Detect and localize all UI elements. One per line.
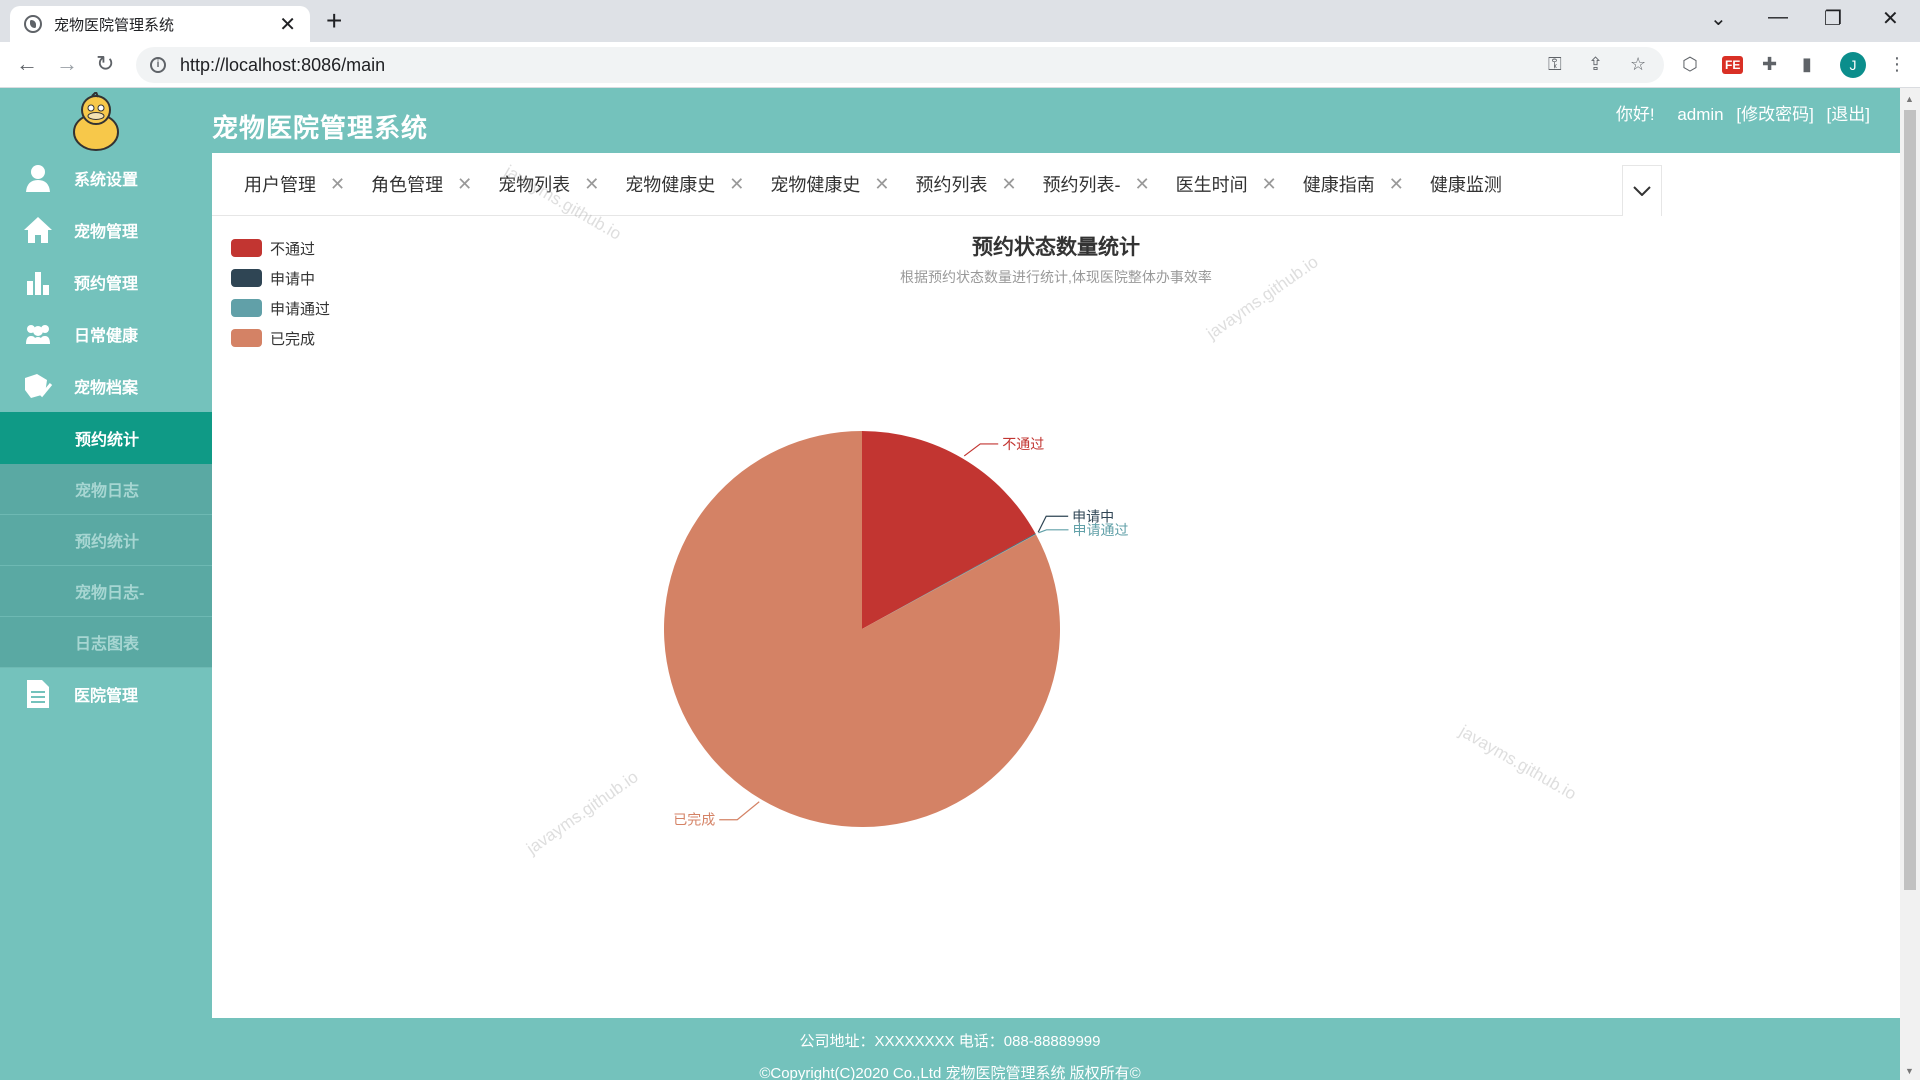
user-icon: [22, 163, 54, 193]
share-icon[interactable]: ⇪: [1588, 54, 1603, 75]
close-window-button[interactable]: ✕: [1882, 6, 1899, 31]
pie-label-line: [719, 801, 760, 821]
pie-chart: 不通过申请中申请通过已完成: [664, 431, 1128, 828]
sidebar-item-pet-archive[interactable]: 宠物档案: [0, 360, 212, 412]
star-icon[interactable]: ☆: [1630, 54, 1646, 75]
sidebar-item-label: 宠物档案: [74, 380, 139, 397]
sidebar-subitem-appointment-stats[interactable]: 预约统计: [0, 412, 212, 464]
forward-button[interactable]: →: [56, 50, 78, 78]
scroll-down-icon[interactable]: ▼: [1905, 1066, 1914, 1076]
username-text: admin: [1677, 105, 1724, 124]
duck-logo-icon: [73, 92, 119, 151]
close-tab-icon[interactable]: ✕: [279, 12, 296, 37]
sidebar-subitem-label: 预约统计: [75, 534, 140, 551]
home-icon: [22, 215, 54, 245]
pie-label: 申请通过: [1072, 522, 1128, 538]
content-panel: 用户管理 ✕ 角色管理 ✕ 宠物列表 ✕ 宠物健康史 ✕ 宠物健康史 ✕ 预约列表 ✕ 预约…: [212, 153, 1900, 1018]
pie-label: 不通过: [1002, 436, 1044, 452]
footer: 公司地址：XXXXXXXX 电话：088-88889999 ©Copyright…: [0, 1018, 1900, 1080]
menu-icon[interactable]: ⋮: [1888, 54, 1906, 75]
sidebar-item-system-settings[interactable]: 系统设置: [0, 152, 212, 204]
sidebar-subitem-pet-log[interactable]: 宠物日志: [0, 464, 212, 515]
footer-address: 公司地址：XXXXXXXX 电话：088-88889999: [799, 1033, 1101, 1050]
back-button[interactable]: ←: [16, 50, 38, 78]
fe-extension-icon[interactable]: FE: [1722, 56, 1744, 74]
scroll-up-icon[interactable]: ▲: [1905, 94, 1914, 104]
site-info-icon[interactable]: i: [150, 57, 166, 73]
sidebar-item-pet-management[interactable]: 宠物管理: [0, 204, 212, 256]
sidebar-item-daily-health[interactable]: 日常健康: [0, 308, 212, 360]
sidebar-subitem-appointment-stats-2[interactable]: 预约统计: [0, 515, 212, 566]
profile-avatar[interactable]: J: [1840, 52, 1866, 78]
bar-chart-icon: [22, 267, 54, 297]
key-icon[interactable]: ⚿: [1548, 54, 1562, 75]
document-icon: [22, 679, 54, 709]
tab-search-icon[interactable]: ⌄: [1710, 6, 1727, 31]
sidebar-item-label: 预约管理: [74, 276, 139, 293]
sidebar-item-label: 系统设置: [74, 172, 139, 189]
group-icon: [22, 319, 54, 349]
footer-copyright: ©Copyright(C)2020 Co.,Ltd 宠物医院管理系统 版权所有©: [759, 1065, 1141, 1080]
folder-check-icon: [22, 371, 54, 401]
pie-label-line: [1038, 529, 1069, 534]
browser-tab-title: 宠物医院管理系统: [54, 16, 175, 34]
omnibox[interactable]: i http://localhost:8086/main ⚿ ⇪ ☆: [136, 47, 1664, 83]
change-password-link[interactable]: [修改密码]: [1736, 105, 1813, 124]
sidebar-item-label: 日常健康: [74, 328, 139, 345]
sidebar-subitem-pet-log-2[interactable]: 宠物日志-: [0, 566, 212, 617]
sidebar-item-label: 宠物管理: [74, 224, 139, 241]
url-text[interactable]: http://localhost:8086/main: [180, 55, 385, 76]
sidebar-item-appointment-management[interactable]: 预约管理: [0, 256, 212, 308]
app-title: 宠物医院管理系统: [212, 113, 429, 143]
browser-tab[interactable]: 宠物医院管理系统 ✕: [10, 6, 310, 42]
minimize-button[interactable]: —: [1768, 6, 1788, 29]
pie-label: 已完成: [673, 812, 715, 828]
sidebar-subitem-label: 宠物日志-: [75, 585, 145, 602]
sidebar-item-label: 医院管理: [74, 688, 139, 705]
sidebar-subitem-label: 日志图表: [75, 636, 140, 653]
puzzle-icon[interactable]: ✚: [1762, 54, 1777, 75]
reload-button[interactable]: ↻: [96, 50, 114, 78]
greeting-text: 你好!: [1615, 105, 1655, 124]
sidepanel-icon[interactable]: ▮: [1802, 54, 1812, 75]
user-bar: 你好! admin [修改密码] [退出]: [1608, 100, 1870, 125]
sidebar-item-hospital-management[interactable]: 医院管理: [0, 668, 212, 720]
logout-link[interactable]: [退出]: [1827, 105, 1870, 124]
pie-label-line: [963, 443, 999, 457]
sidebar-subitem-label: 预约统计: [75, 432, 140, 449]
page-scrollbar[interactable]: ▲ ▼: [1900, 88, 1920, 1080]
address-bar-row: ← → ↻ i http://localhost:8086/main ⚿ ⇪ ☆…: [0, 42, 1920, 88]
app-container: 宠物医院管理系统 你好! admin [修改密码] [退出] 系统设置 宠物管理…: [0, 88, 1900, 1080]
sidebar-subitem-log-chart[interactable]: 日志图表: [0, 617, 212, 668]
browser-tabstrip: 宠物医院管理系统 ✕ + ⌄ — ❐ ✕: [0, 0, 1920, 42]
sidebar: 系统设置 宠物管理 预约管理 日常健康 宠物档案 预约统计 宠物日志 预约统计 …: [0, 152, 212, 720]
scrollbar-thumb[interactable]: [1904, 110, 1916, 890]
extension-icon[interactable]: ⬡: [1682, 54, 1698, 75]
sidebar-subitem-label: 宠物日志: [75, 483, 140, 500]
restore-button[interactable]: ❐: [1824, 6, 1842, 31]
globe-icon: [24, 15, 42, 33]
new-tab-button[interactable]: +: [326, 6, 342, 36]
